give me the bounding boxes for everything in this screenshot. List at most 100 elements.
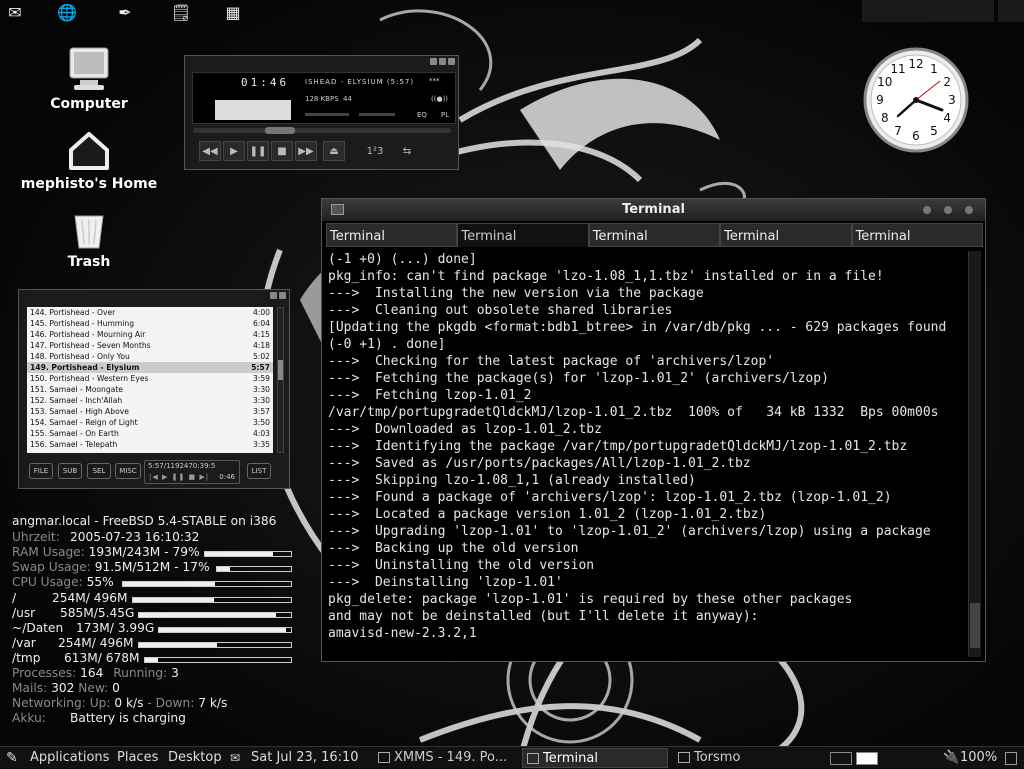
terminal-titlebar[interactable]: Terminal xyxy=(322,199,985,221)
xmms-player-window[interactable]: 01:46 ISHEAD - ELYSIUM (5:57) *** 128 KB… xyxy=(184,55,459,170)
playlist-row[interactable]: 154. Samael - Reign of Light 3:50 xyxy=(27,417,273,428)
clock-applet-icon[interactable]: ✉ xyxy=(230,749,240,767)
places-menu[interactable]: Places xyxy=(117,749,158,767)
battery-plug-icon[interactable]: 🔌 xyxy=(943,749,959,767)
playlist-elapsed-time: 0:46 xyxy=(219,473,235,481)
terminal-scroll-knob[interactable] xyxy=(970,603,980,648)
xmms-bitrate: 128 KBPS xyxy=(305,95,339,103)
terminal-line: ---> Cleaning out obsolete shared librar… xyxy=(328,303,673,318)
playlist-row-duration: 5:57 xyxy=(251,363,270,372)
mixer-icon[interactable] xyxy=(1003,749,1019,767)
conky-cpu-bar xyxy=(122,581,292,587)
playlist-window-buttons[interactable] xyxy=(270,292,286,299)
window-controls[interactable] xyxy=(923,206,973,214)
desktop-icon-home[interactable]: mephisto's Home xyxy=(20,130,158,192)
maximize-button[interactable] xyxy=(944,206,952,214)
playlist-scrollbar[interactable] xyxy=(277,307,284,453)
terminal-scrollbar[interactable] xyxy=(968,251,981,657)
xmms-playlist-window[interactable]: 144. Portishead - Over 4:00 145. Portishea… xyxy=(18,289,290,489)
playlist-file-button[interactable]: FILE xyxy=(29,463,53,479)
playlist-scroll-knob[interactable] xyxy=(278,360,283,380)
xmms-repeat-button[interactable]: ⇆ xyxy=(395,141,419,161)
terminal-output[interactable]: (-1 +0) (...) done] pkg_info: can't find … xyxy=(328,251,964,657)
panel-clock[interactable]: Sat Jul 23, 16:10 xyxy=(251,749,359,767)
playlist-row[interactable]: 145. Portishead - Humming 6:04 xyxy=(27,318,273,329)
xmms-shuffle-button[interactable]: 1²3 xyxy=(363,141,387,161)
playlist-row[interactable]: 148. Portishead - Only You 5:02 xyxy=(27,351,273,362)
feather-icon[interactable]: ✒ xyxy=(114,2,136,22)
conky-uhrzeit: Uhrzeit: 2005-07-23 16:10:32 xyxy=(12,530,200,544)
applications-menu[interactable]: Applications xyxy=(30,749,109,767)
playlist-row-title: 152. Samael - Inch'Allah xyxy=(30,396,123,405)
xmms-balance-slider[interactable] xyxy=(359,113,395,116)
bottom-panel: ✎ Applications Places Desktop ✉ Sat Jul … xyxy=(0,746,1024,768)
terminal-window[interactable]: Terminal Terminal Terminal Terminal Term… xyxy=(321,198,986,662)
clock-numeral: 12 xyxy=(908,57,923,71)
playlist-row-title: 147. Portishead - Seven Months xyxy=(30,341,151,350)
xmms-pause-button[interactable]: ❚❚ xyxy=(247,141,269,161)
xmms-stop-button[interactable]: ■ xyxy=(271,141,293,161)
task-xmms[interactable]: XMMS - 149. Po... xyxy=(374,748,518,768)
task-terminal[interactable]: Terminal xyxy=(522,748,668,768)
tab-terminal-5[interactable]: Terminal xyxy=(851,223,983,247)
battery-percent: 100% xyxy=(960,750,998,765)
playlist-list-button[interactable]: LIST xyxy=(247,463,271,479)
xmms-eq-button[interactable]: EQ xyxy=(417,111,427,119)
computer-icon xyxy=(69,47,109,90)
browser-globe-icon[interactable]: 🌐 xyxy=(56,2,78,22)
xmms-time: 01:46 xyxy=(241,76,290,89)
minimize-button[interactable] xyxy=(923,206,931,214)
foot-menu-icon[interactable]: ✎ xyxy=(6,749,24,767)
home-icon xyxy=(69,132,109,170)
xmms-window-buttons[interactable] xyxy=(430,58,455,65)
playlist-row[interactable]: 153. Samael - High Above 3:57 xyxy=(27,406,273,417)
playlist-row[interactable]: 147. Portishead - Seven Months 4:18 xyxy=(27,340,273,351)
playlist-row-title: 153. Samael - High Above xyxy=(30,407,129,416)
tab-terminal-2[interactable]: Terminal xyxy=(457,223,589,247)
xmms-volume-slider[interactable] xyxy=(305,113,349,116)
media-icon[interactable]: ▦ xyxy=(222,2,244,22)
workspace-switcher[interactable] xyxy=(828,749,884,767)
desktop-icon-label: Trash xyxy=(67,254,111,270)
top-right-panel xyxy=(862,0,994,22)
playlist-row[interactable]: 149. Portishead - Elysium 5:57 xyxy=(27,362,273,373)
xmms-eject-button[interactable]: ⏏ xyxy=(323,141,345,161)
mail-icon[interactable]: ✉ xyxy=(4,2,26,22)
playlist-sub-button[interactable]: SUB xyxy=(58,463,82,479)
xmms-next-button[interactable]: ▶▶ xyxy=(295,141,317,161)
xmms-play-button[interactable]: ▶ xyxy=(223,141,245,161)
notes-icon[interactable]: 🗒 xyxy=(170,2,192,22)
top-right-panel-button[interactable] xyxy=(998,0,1024,22)
playlist-row[interactable]: 152. Samael - Inch'Allah 3:30 xyxy=(27,395,273,406)
playlist-list[interactable]: 144. Portishead - Over 4:00 145. Portishea… xyxy=(27,307,273,453)
terminal-line: ---> Found a package of 'archivers/lzop'… xyxy=(328,490,892,505)
tab-terminal-3[interactable]: Terminal xyxy=(588,223,721,247)
xmms-pl-button[interactable]: PL xyxy=(441,111,449,119)
playlist-row[interactable]: 144. Portishead - Over 4:00 xyxy=(27,307,273,318)
xmms-visualizer xyxy=(215,100,291,120)
tab-terminal-4[interactable]: Terminal xyxy=(720,223,852,247)
playlist-mini-controls[interactable]: |◀ ▶ ❚❚ ■ ▶| xyxy=(149,473,209,481)
desktop-menu[interactable]: Desktop xyxy=(168,749,222,767)
task-torsmo[interactable]: Torsmo xyxy=(674,748,822,768)
playlist-sel-button[interactable]: SEL xyxy=(87,463,111,479)
playlist-row-title: 151. Samael - Moongate xyxy=(30,385,123,394)
playlist-row[interactable]: 156. Samael - Telepath 3:35 xyxy=(27,439,273,450)
desktop-icon-computer[interactable]: Computer xyxy=(46,46,132,112)
desktop-icon-trash[interactable]: Trash xyxy=(56,212,122,270)
close-button[interactable] xyxy=(965,206,973,214)
xmms-prev-button[interactable]: ◀◀ xyxy=(199,141,221,161)
playlist-row[interactable]: 150. Portishead - Western Eyes 3:59 xyxy=(27,373,273,384)
tab-terminal-1[interactable]: Terminal xyxy=(326,223,458,247)
clock-numeral: 7 xyxy=(894,124,902,138)
playlist-row-title: 155. Samael - On Earth xyxy=(30,429,119,438)
xmms-task-icon xyxy=(378,752,390,763)
playlist-row[interactable]: 146. Portishead - Mourning Air 4:15 xyxy=(27,329,273,340)
playlist-row[interactable]: 151. Samael - Moongate 3:30 xyxy=(27,384,273,395)
xmms-seek-knob[interactable] xyxy=(265,127,295,134)
conky-fs-tmp: /tmp 613M/ 678M xyxy=(12,651,140,665)
xmms-seek-bar[interactable] xyxy=(193,128,451,133)
playlist-row[interactable]: 155. Samael - On Earth 4:03 xyxy=(27,428,273,439)
xmms-song-title: ISHEAD - ELYSIUM (5:57) xyxy=(305,78,415,86)
playlist-misc-button[interactable]: MISC xyxy=(115,463,141,479)
